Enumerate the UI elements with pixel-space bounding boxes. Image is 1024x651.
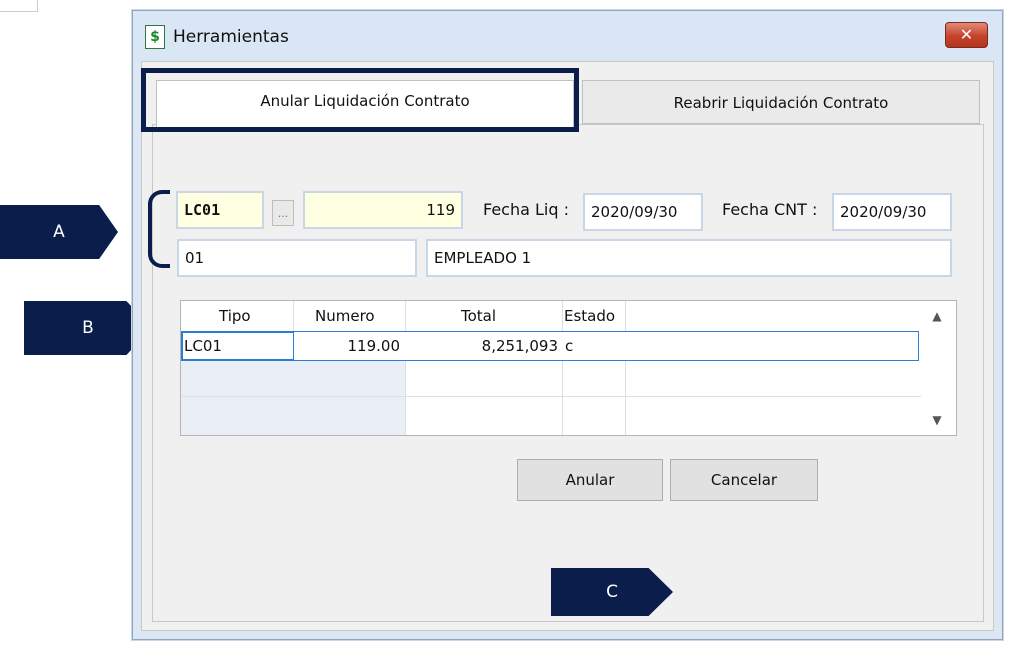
annotation-marker-c: C bbox=[551, 568, 673, 616]
col-divider bbox=[562, 301, 563, 435]
anular-button[interactable]: Anular bbox=[517, 459, 663, 501]
annotation-c-label: C bbox=[606, 582, 618, 602]
annotation-brace-a bbox=[148, 190, 170, 268]
col-header-estado[interactable]: Estado bbox=[564, 307, 615, 325]
annotation-marker-a: A bbox=[0, 205, 118, 259]
cancelar-button[interactable]: Cancelar bbox=[670, 459, 818, 501]
col-divider bbox=[405, 301, 406, 435]
annotation-a-label: A bbox=[53, 222, 65, 242]
cell-numero: 119.00 bbox=[347, 337, 401, 355]
annotation-box-tab bbox=[141, 68, 579, 132]
tipo-field[interactable]: LC01 bbox=[176, 191, 264, 229]
client-area: Reabrir Liquidación Contrato Anular Liqu… bbox=[141, 61, 994, 631]
scroll-down-icon[interactable]: ▼ bbox=[929, 413, 945, 427]
row-divider bbox=[181, 396, 921, 397]
grid-left-shade bbox=[181, 359, 405, 435]
dollar-doc-icon: $ bbox=[145, 25, 165, 49]
window-title: Herramientas bbox=[173, 27, 289, 47]
corner-mark bbox=[0, 0, 38, 12]
browse-button[interactable]: ... bbox=[272, 200, 294, 226]
col-header-total[interactable]: Total bbox=[461, 307, 496, 325]
col-divider bbox=[625, 301, 626, 435]
close-button[interactable]: ✕ bbox=[945, 22, 988, 48]
fecha-cnt-label: Fecha CNT : bbox=[722, 200, 818, 219]
employee-name-field[interactable]: EMPLEADO 1 bbox=[426, 239, 952, 277]
fecha-cnt-field[interactable]: 2020/09/30 bbox=[832, 193, 952, 231]
tab-reabrir[interactable]: Reabrir Liquidación Contrato bbox=[582, 80, 980, 124]
table-row[interactable]: LC01 119.00 8,251,093 c bbox=[181, 331, 919, 361]
cell-estado: c bbox=[565, 337, 574, 355]
scroll-up-icon[interactable]: ▲ bbox=[929, 309, 945, 323]
contracts-grid[interactable]: Tipo Numero Total Estado LC01 119.00 8,2… bbox=[180, 300, 957, 436]
col-header-tipo[interactable]: Tipo bbox=[219, 307, 251, 325]
annotation-b-label: B bbox=[82, 318, 94, 338]
close-icon: ✕ bbox=[959, 25, 974, 44]
fecha-liq-field[interactable]: 2020/09/30 bbox=[583, 193, 703, 231]
col-header-numero[interactable]: Numero bbox=[315, 307, 375, 325]
title-bar: $ Herramientas ✕ bbox=[133, 11, 1002, 61]
cell-total: 8,251,093 bbox=[481, 337, 558, 355]
employee-code-field[interactable]: 01 bbox=[177, 239, 417, 277]
cell-tipo: LC01 bbox=[184, 337, 222, 355]
fecha-liq-label: Fecha Liq : bbox=[483, 200, 569, 219]
numero-field[interactable]: 119 bbox=[303, 191, 463, 229]
